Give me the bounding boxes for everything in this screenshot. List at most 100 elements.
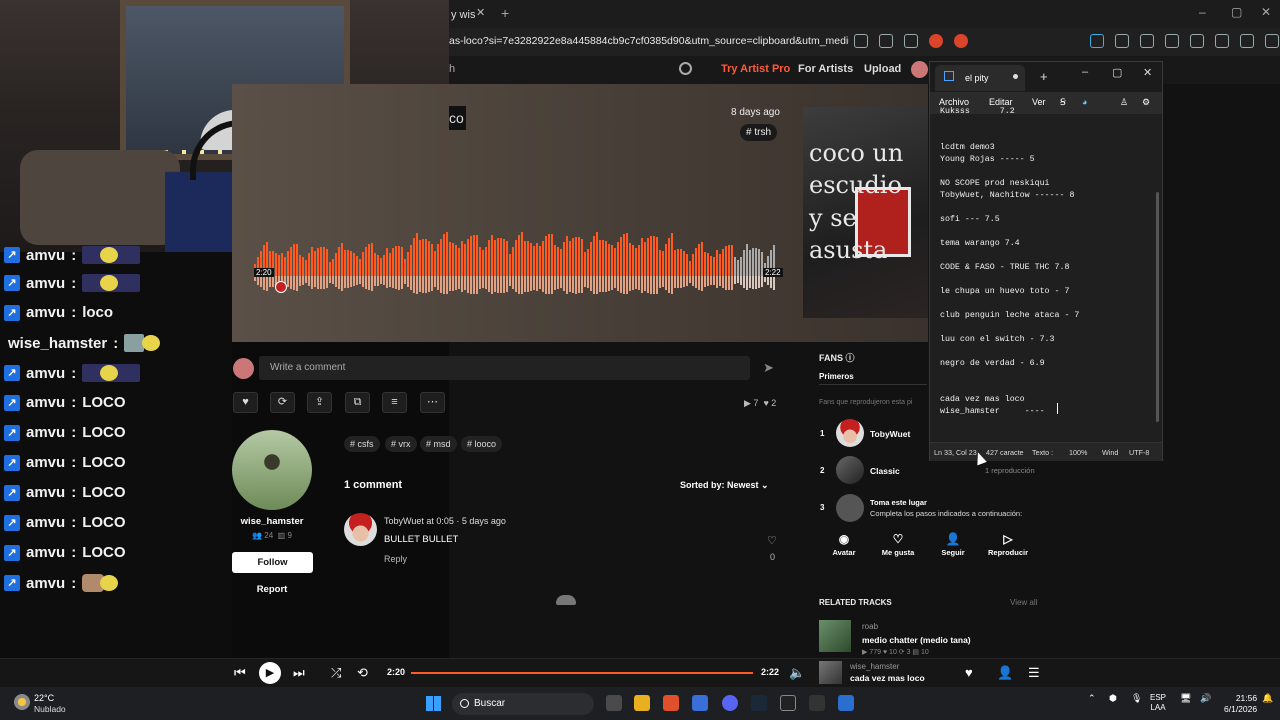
try-artist-pro-link[interactable]: Try Artist Pro [721, 63, 790, 75]
file-explorer-icon[interactable] [634, 695, 650, 711]
genre-tag[interactable]: # trsh [740, 124, 778, 141]
language-indicator[interactable]: ESP LAA [1150, 693, 1166, 713]
play-pause-button[interactable]: ▶ [259, 662, 281, 684]
puzzle-icon[interactable] [1140, 34, 1154, 48]
fan-action-play[interactable]: ▷ Reproducir [984, 532, 1032, 557]
obs-icon[interactable] [780, 695, 796, 711]
search-icon[interactable] [679, 62, 692, 75]
repeat-icon[interactable]: ⟲ [357, 665, 368, 681]
brave-rewards-icon[interactable] [954, 34, 968, 48]
discord-icon[interactable] [722, 695, 738, 711]
minimize-icon[interactable]: – [1199, 5, 1206, 19]
tag-pill[interactable]: # looco [461, 436, 503, 452]
notification-bell-icon[interactable]: 🔔 [1262, 693, 1273, 704]
info-icon[interactable]: ⓘ [846, 353, 855, 363]
clock[interactable]: 21:56 6/1/2026 [1224, 693, 1257, 715]
sidebar-icon[interactable] [1240, 34, 1254, 48]
steam-icon[interactable] [751, 695, 767, 711]
vpn-icon[interactable] [1090, 34, 1104, 48]
send-icon[interactable]: ➤ [763, 360, 774, 376]
repost-button[interactable]: ⟳ [270, 392, 295, 413]
fan-name[interactable]: Classic [870, 466, 900, 476]
share-icon[interactable] [904, 34, 918, 48]
download-icon[interactable] [1190, 34, 1204, 48]
media-icon[interactable] [1215, 34, 1229, 48]
maximize-icon[interactable]: ▢ [1231, 5, 1242, 19]
fan-action-follow[interactable]: 👤 Seguir [929, 532, 977, 557]
commenter-avatar[interactable] [344, 513, 377, 546]
notepad-app-icon[interactable] [838, 695, 854, 711]
wallet-icon[interactable] [1165, 34, 1179, 48]
notepad-scrollbar[interactable] [1156, 192, 1159, 422]
share-button[interactable]: ⇪ [307, 392, 332, 413]
search-input[interactable]: h [449, 63, 455, 75]
app-icon[interactable] [809, 695, 825, 711]
now-playing-title[interactable]: cada vez mas loco [850, 673, 925, 683]
microphone-icon[interactable]: 🎙 [1131, 693, 1142, 704]
weather-temp[interactable]: 22°C [34, 693, 54, 703]
queue-icon[interactable]: ☰ [1028, 665, 1040, 681]
artist-avatar[interactable] [232, 430, 312, 510]
related-track-title[interactable]: medio chatter (medio tana) [862, 635, 971, 645]
like-button[interactable]: ♥ [233, 392, 258, 413]
windows-start-icon[interactable] [426, 696, 441, 711]
fan-avatar[interactable] [836, 456, 864, 484]
follow-button[interactable]: Follow [232, 552, 313, 573]
related-track-artist[interactable]: roab [862, 622, 878, 631]
for-artists-link[interactable]: For Artists [798, 63, 853, 75]
taskbar-search[interactable]: Buscar [452, 693, 594, 715]
tag-pill[interactable]: # msd [420, 436, 457, 452]
reply-button[interactable]: Reply [384, 554, 407, 564]
address-bar[interactable]: as-loco?si=7e3282922e8a445884cb9c7cf0385… [449, 30, 849, 52]
user-avatar[interactable] [911, 61, 928, 78]
tray-app-icon[interactable]: ⬢ [1109, 693, 1117, 704]
waveform-comment-avatar[interactable] [275, 281, 287, 293]
fan-avatar[interactable] [836, 419, 864, 447]
view-all-link[interactable]: View all [1010, 598, 1037, 607]
comment-like-icon[interactable]: ♡ [767, 534, 777, 547]
close-window-icon[interactable]: ✕ [1261, 5, 1271, 19]
split-view-icon[interactable] [1265, 34, 1279, 48]
tab-close-icon[interactable]: ✕ [476, 6, 485, 19]
artist-name[interactable]: wise_hamster [232, 516, 312, 527]
brave-browser-icon[interactable] [663, 695, 679, 711]
shuffle-icon[interactable]: ⤮ [331, 665, 341, 681]
fan-action-like[interactable]: ♡ Me gusta [874, 532, 922, 557]
minimize-icon[interactable]: – [1082, 66, 1088, 78]
previous-icon[interactable]: ⏮ [234, 665, 246, 681]
sort-dropdown[interactable]: Sorted by: Newest ⌄ [680, 480, 769, 491]
new-tab-icon[interactable]: + [501, 5, 509, 21]
comment-input[interactable]: Write a comment [259, 356, 750, 380]
volume-icon[interactable]: 🔈 [789, 665, 805, 681]
speaker-icon[interactable]: 🔊 [1200, 693, 1211, 704]
cast-icon[interactable] [854, 34, 868, 48]
now-playing-artist[interactable]: wise_hamster [850, 662, 899, 671]
maximize-icon[interactable]: ▢ [1112, 66, 1122, 79]
weather-icon[interactable] [14, 694, 30, 710]
new-tab-icon[interactable]: + [1040, 69, 1048, 84]
task-view-icon[interactable] [606, 695, 622, 711]
extensions-icon[interactable] [1115, 34, 1129, 48]
notepad-text-area[interactable]: Kuksss 7.2 lcdtm demo3 Young Rojas -----… [940, 106, 1160, 426]
progress-bar[interactable] [411, 672, 753, 674]
like-icon[interactable]: ♥ [965, 665, 973, 680]
brave-shields-icon[interactable] [929, 34, 943, 48]
next-icon[interactable]: ⏭ [293, 665, 305, 681]
translate-icon[interactable] [879, 34, 893, 48]
fans-tab-primeros[interactable]: Primeros [819, 372, 854, 381]
fan-action-avatar[interactable]: ◉ Avatar [820, 532, 868, 557]
tag-pill[interactable]: # csfs [344, 436, 380, 452]
upload-link[interactable]: Upload [864, 63, 901, 75]
calculator-icon[interactable] [692, 695, 708, 711]
waveform[interactable] [254, 232, 776, 298]
fan-name[interactable]: TobyWuet [870, 429, 910, 439]
related-track-cover[interactable] [819, 620, 851, 652]
network-icon[interactable]: 🖥 [1180, 693, 1191, 704]
tray-chevron-icon[interactable]: ⌃ [1088, 693, 1096, 704]
close-window-icon[interactable]: ✕ [1143, 66, 1152, 79]
report-link[interactable]: Report [232, 584, 312, 595]
now-playing-cover[interactable] [819, 661, 842, 684]
copy-link-button[interactable]: ⧉ [345, 392, 370, 413]
unsaved-dot-icon[interactable] [1013, 74, 1018, 79]
add-to-playlist-button[interactable]: ≡ [382, 392, 407, 413]
